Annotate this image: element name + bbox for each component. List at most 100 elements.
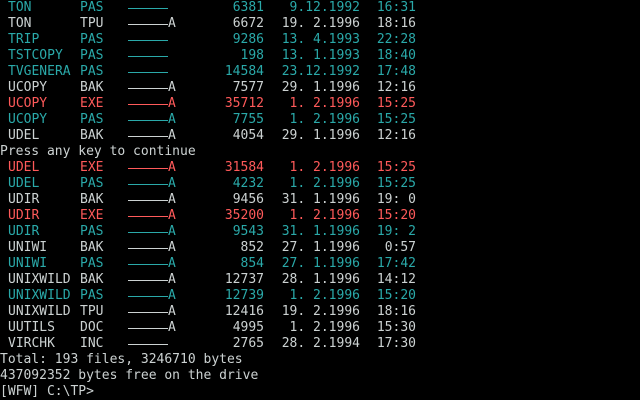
attribute-line	[128, 136, 168, 137]
file-date: 23.12.1992	[281, 64, 360, 79]
attribute-line	[128, 232, 168, 233]
file-attributes	[128, 32, 176, 48]
file-attributes: A	[128, 176, 176, 192]
file-time: 16:31	[376, 0, 416, 15]
attribute-line	[128, 264, 168, 265]
file-attributes: A	[128, 80, 176, 96]
file-size: 9456	[232, 192, 264, 207]
archive-flag: A	[168, 96, 176, 111]
file-time: 15:20	[376, 288, 416, 303]
file-time: 15:25	[376, 96, 416, 111]
file-time: 12:16	[376, 80, 416, 95]
file-date: 28. 1.1996	[281, 272, 360, 287]
file-time: 0:57	[384, 240, 416, 255]
archive-flag: A	[168, 16, 176, 31]
archive-flag: A	[168, 320, 176, 335]
file-time: 17:48	[376, 64, 416, 79]
attribute-line	[128, 88, 168, 89]
file-date: 9.12.1992	[289, 0, 360, 15]
archive-flag: A	[168, 128, 176, 143]
file-attributes: A	[128, 240, 176, 256]
file-size: 14584	[224, 64, 264, 79]
file-name: UDEL	[8, 160, 40, 175]
attribute-line	[128, 344, 168, 345]
file-size: 7755	[232, 112, 264, 127]
attribute-line	[128, 168, 168, 169]
file-date: 19. 2.1996	[281, 16, 360, 31]
file-size: 7577	[232, 80, 264, 95]
file-date: 29. 1.1996	[281, 128, 360, 143]
archive-flag: A	[168, 160, 176, 175]
attribute-line	[128, 104, 168, 105]
file-time: 15:25	[376, 160, 416, 175]
archive-flag: A	[168, 272, 176, 287]
file-name: UDIR	[8, 192, 40, 207]
file-extension: BAK	[80, 80, 104, 95]
file-size: 6381	[232, 0, 264, 15]
file-time: 19: 0	[376, 192, 416, 207]
file-date: 27. 1.1996	[281, 240, 360, 255]
file-attributes	[128, 48, 176, 64]
archive-flag: A	[168, 224, 176, 239]
file-attributes: A	[128, 208, 176, 224]
dos-terminal[interactable]: TON PAS 6381 9.12.1992 16:31 TON TPU A 6672 19. 2…	[0, 0, 640, 400]
file-extension: EXE	[80, 208, 104, 223]
attribute-line	[128, 296, 168, 297]
file-attributes: A	[128, 112, 176, 128]
file-size: 9286	[232, 32, 264, 47]
attribute-line	[128, 8, 168, 9]
archive-flag: A	[168, 192, 176, 207]
file-name: UUTILS	[8, 320, 55, 335]
file-extension: PAS	[80, 0, 104, 15]
file-time: 12:16	[376, 128, 416, 143]
file-attributes	[128, 64, 176, 80]
file-extension: INC	[80, 336, 104, 351]
file-name: VIRCHK	[8, 336, 55, 351]
file-attributes	[128, 0, 176, 16]
attribute-line	[128, 184, 168, 185]
file-time: 15:25	[376, 176, 416, 191]
file-extension: EXE	[80, 160, 104, 175]
file-extension: DOC	[80, 320, 104, 335]
file-date: 28. 2.1994	[281, 336, 360, 351]
file-name: UCOPY	[8, 80, 48, 95]
attribute-line	[128, 248, 168, 249]
file-time: 19: 2	[376, 224, 416, 239]
file-size: 31584	[224, 160, 264, 175]
file-size: 9543	[232, 224, 264, 239]
file-name: UCOPY	[8, 96, 48, 111]
file-attributes: A	[128, 160, 176, 176]
file-name: TVGENERA	[8, 64, 71, 79]
file-attributes: A	[128, 224, 176, 240]
file-name: UDIR	[8, 224, 40, 239]
file-name: UDEL	[8, 128, 40, 143]
file-extension: BAK	[80, 128, 104, 143]
file-extension: TPU	[80, 16, 104, 31]
file-attributes: A	[128, 128, 176, 144]
file-size: 35712	[224, 96, 264, 111]
file-date: 31. 1.1996	[281, 192, 360, 207]
file-extension: EXE	[80, 96, 104, 111]
file-size: 2765	[232, 336, 264, 351]
file-size: 4054	[232, 128, 264, 143]
file-time: 14:12	[376, 272, 416, 287]
file-extension: BAK	[80, 272, 104, 287]
file-time: 15:25	[376, 112, 416, 127]
file-size: 35200	[224, 208, 264, 223]
file-date: 31. 1.1996	[281, 224, 360, 239]
file-size: 4995	[232, 320, 264, 335]
file-time: 15:20	[376, 208, 416, 223]
attribute-line	[128, 24, 168, 25]
archive-flag: A	[168, 176, 176, 191]
file-date: 1. 2.1996	[289, 96, 360, 111]
file-name: UNIXWILD	[8, 288, 71, 303]
file-extension: PAS	[80, 32, 104, 47]
file-extension: PAS	[80, 256, 104, 271]
attribute-line	[128, 328, 168, 329]
archive-flag: A	[168, 256, 176, 271]
file-date: 1. 2.1996	[289, 288, 360, 303]
file-attributes: A	[128, 304, 176, 320]
prompt-text: [WFW] C:\TP>	[0, 384, 94, 399]
file-attributes: A	[128, 16, 176, 32]
file-attributes: A	[128, 96, 176, 112]
